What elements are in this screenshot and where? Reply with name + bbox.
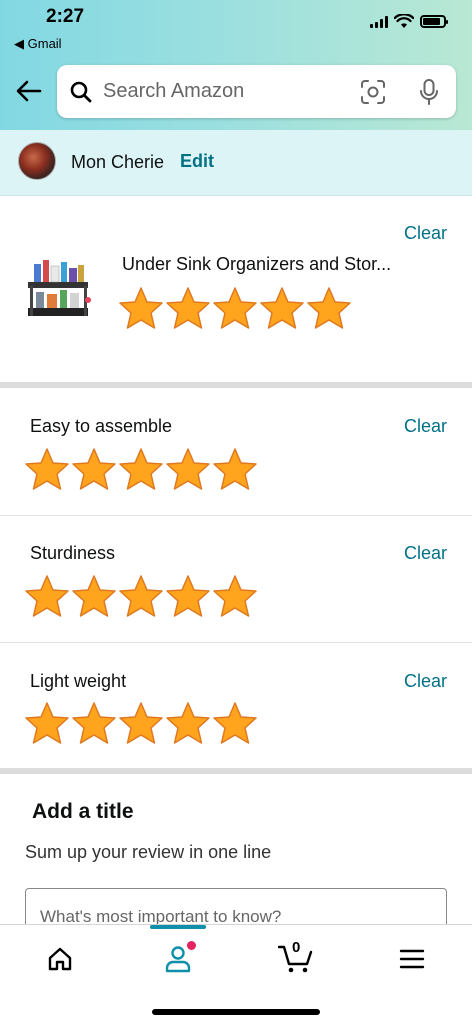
- search-box[interactable]: [57, 65, 456, 118]
- attribute-clear-link[interactable]: Clear: [404, 543, 447, 564]
- star-icon[interactable]: [165, 574, 211, 618]
- camera-scan-icon[interactable]: [360, 79, 386, 105]
- profile-bar: Mon Cherie Edit: [0, 130, 472, 196]
- star-icon[interactable]: [118, 701, 164, 745]
- star-icon[interactable]: [71, 574, 117, 618]
- star-icon[interactable]: [24, 574, 70, 618]
- row-divider: [0, 642, 472, 643]
- attribute-label: Light weight: [30, 671, 127, 691]
- product-clear-link[interactable]: Clear: [404, 223, 447, 244]
- nav-cart[interactable]: 0: [276, 939, 316, 977]
- star-icon[interactable]: [24, 447, 70, 491]
- back-triangle-icon: ◀: [14, 36, 24, 51]
- nav-account[interactable]: [158, 941, 198, 977]
- attribute-clear-link[interactable]: Clear: [404, 416, 447, 437]
- status-icons: [370, 14, 448, 29]
- star-icon[interactable]: [306, 286, 352, 330]
- star-icon[interactable]: [71, 701, 117, 745]
- attribute-clear-link[interactable]: Clear: [404, 671, 447, 692]
- attribute-star-rating[interactable]: [24, 574, 258, 618]
- active-tab-indicator: [150, 925, 206, 929]
- star-icon[interactable]: [259, 286, 305, 330]
- battery-icon: [420, 15, 448, 28]
- star-icon[interactable]: [212, 701, 258, 745]
- profile-name: Mon Cherie: [71, 152, 165, 172]
- menu-icon: [399, 949, 425, 969]
- star-icon[interactable]: [118, 574, 164, 618]
- product-star-rating[interactable]: [118, 286, 352, 330]
- wifi-icon: [394, 14, 414, 28]
- star-icon[interactable]: [212, 286, 258, 330]
- home-indicator: [152, 1009, 320, 1015]
- nav-menu[interactable]: [392, 941, 432, 977]
- search-input[interactable]: [103, 73, 353, 109]
- star-icon[interactable]: [118, 286, 164, 330]
- microphone-icon[interactable]: [418, 78, 440, 106]
- star-icon[interactable]: [165, 286, 211, 330]
- bottom-nav: 0: [0, 924, 472, 1024]
- attribute-star-rating[interactable]: [24, 701, 258, 745]
- star-icon[interactable]: [212, 447, 258, 491]
- attribute-label: Easy to assemble: [30, 416, 173, 436]
- status-time: 2:27: [46, 6, 85, 27]
- home-icon: [48, 947, 72, 971]
- product-section: Clear Under Sink Organizers and Stor...: [0, 196, 472, 382]
- section-divider: [0, 382, 472, 388]
- add-title-heading: Add a title: [32, 800, 134, 823]
- attribute-label: Sturdiness: [30, 543, 116, 563]
- star-icon[interactable]: [165, 701, 211, 745]
- cart-count: 0: [292, 939, 301, 956]
- star-icon[interactable]: [165, 447, 211, 491]
- star-icon[interactable]: [212, 574, 258, 618]
- section-divider: [0, 768, 472, 774]
- back-app-label: Gmail: [27, 36, 62, 51]
- attribute-star-rating[interactable]: [24, 447, 258, 491]
- star-icon[interactable]: [71, 447, 117, 491]
- status-back-app[interactable]: ◀ Gmail: [14, 36, 62, 52]
- row-divider: [0, 515, 472, 516]
- product-image: [28, 260, 91, 316]
- signal-icon: [370, 15, 388, 28]
- star-icon[interactable]: [118, 447, 164, 491]
- header: 2:27 ◀ Gmail: [0, 0, 472, 130]
- account-icon: [165, 946, 191, 973]
- notification-dot: [187, 941, 196, 950]
- star-icon[interactable]: [24, 701, 70, 745]
- product-title: Under Sink Organizers and Stor...: [122, 254, 392, 274]
- profile-edit-link[interactable]: Edit: [180, 151, 214, 172]
- back-arrow-icon[interactable]: [14, 76, 44, 106]
- search-icon: [70, 81, 92, 103]
- nav-home[interactable]: [40, 941, 80, 977]
- avatar: [18, 142, 56, 180]
- add-title-subheading: Sum up your review in one line: [25, 842, 272, 862]
